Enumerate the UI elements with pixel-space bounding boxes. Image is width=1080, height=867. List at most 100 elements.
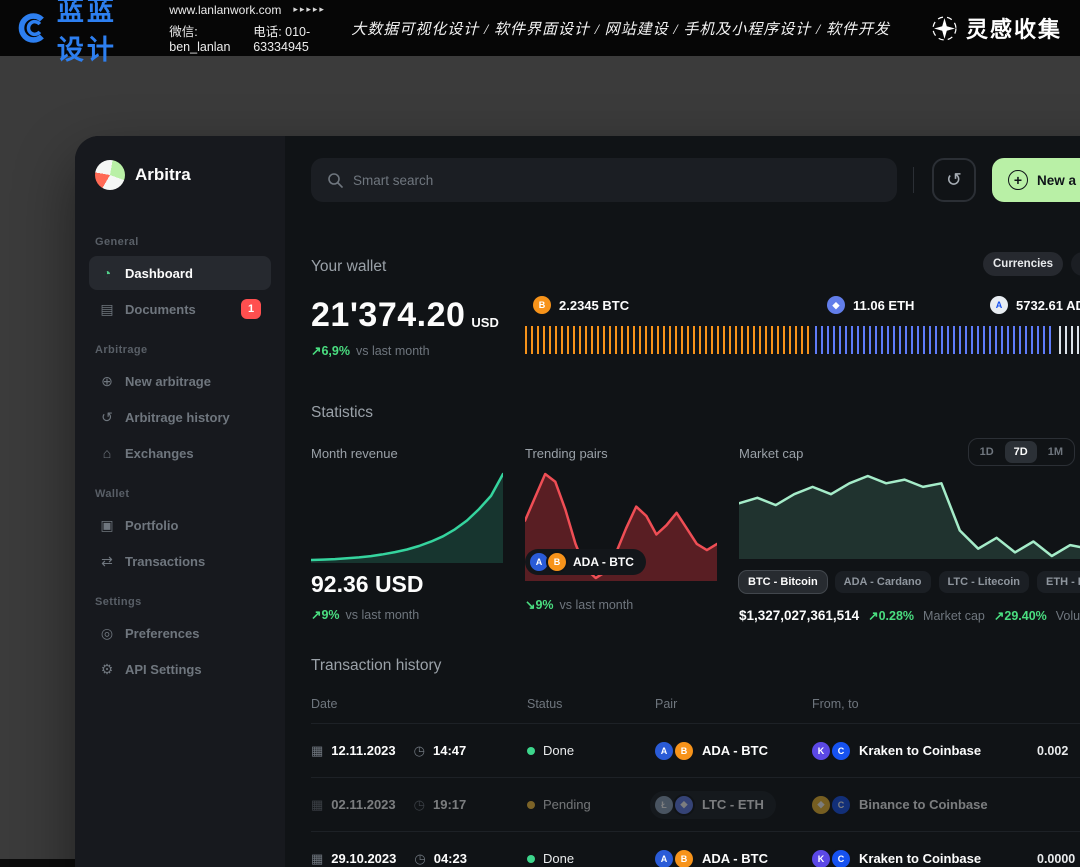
pair-chip: Ł ◆ LTC - ETH	[650, 791, 776, 819]
ada-holding-bar	[1059, 326, 1080, 354]
trending-pair-badge[interactable]: A B ADA - BTC	[525, 549, 646, 575]
ada-icon: A	[530, 553, 548, 571]
sidebar-item-preferences[interactable]: ◎ Preferences	[89, 616, 271, 650]
table-header: Date Status Pair From, to	[311, 697, 1080, 723]
coin-pill-btc[interactable]: BTC - Bitcoin	[739, 571, 827, 593]
table-row[interactable]: ▦ 02.11.2023 ◷ 19:17 Pending Ł ◆ LTC - E	[311, 777, 1080, 831]
tx-time: 19:17	[433, 797, 466, 812]
ada-holding: A 5732.61 ADA	[990, 296, 1080, 314]
transaction-history-title: Transaction history	[311, 657, 1080, 675]
sidebar-item-portfolio[interactable]: ▣ Portfolio	[89, 508, 271, 542]
wallet-balance-block: 21'374.20 USD ↗6,9% vs last month	[311, 296, 525, 360]
range-1d[interactable]: 1D	[971, 441, 1003, 463]
exchanges-pill[interactable]: E	[1071, 252, 1080, 276]
trending-pairs-change: ↘9%	[525, 597, 554, 612]
lanlan-brand[interactable]: 蓝蓝设计	[18, 0, 145, 67]
trending-pairs-card: Trending pairs A B ADA - BTC ↘9% vs last	[525, 446, 717, 623]
search-box[interactable]	[311, 158, 897, 202]
coin-pill-eth[interactable]: ETH - Ethereu	[1037, 571, 1080, 593]
month-revenue-chart	[311, 471, 503, 563]
sidebar-item-arbitrage-history[interactable]: ↺ Arbitrage history	[89, 400, 271, 434]
ada-icon: A	[655, 850, 673, 867]
status-dot-done	[527, 855, 535, 863]
search-input[interactable]	[353, 173, 881, 188]
ada-icon: A	[990, 296, 1008, 314]
table-row[interactable]: ▦ 29.10.2023 ◷ 04:23 Done A B ADA - BTC	[311, 831, 1080, 867]
tx-route: Kraken to Coinbase	[859, 743, 981, 758]
plus-circle-icon: ⊕	[99, 373, 115, 390]
eth-holding: ◆ 11.06 ETH	[827, 296, 914, 314]
market-coin-pills: BTC - Bitcoin ADA - Cardano LTC - Liteco…	[739, 571, 1080, 593]
preferences-icon: ◎	[99, 625, 115, 642]
table-row[interactable]: ▦ 12.11.2023 ◷ 14:47 Done A B ADA - BTC	[311, 723, 1080, 777]
sidebar-item-new-arbitrage[interactable]: ⊕ New arbitrage	[89, 364, 271, 398]
month-revenue-change-note: vs last month	[346, 608, 420, 622]
tx-amount: 0.002	[1037, 744, 1080, 758]
inspiration-label: 灵感收集	[966, 12, 1062, 44]
month-revenue-card: Month revenue 92.36 USD ↗9% vs last mont…	[311, 446, 503, 623]
site-url[interactable]: www.lanlanwork.com	[169, 3, 281, 17]
sparkle-icon	[932, 16, 957, 41]
range-1m[interactable]: 1M	[1039, 441, 1072, 463]
app-brand[interactable]: Arbitra	[89, 160, 271, 190]
wallet-balance: 21'374.20	[311, 296, 465, 335]
services-list: 大数据可视化设计 / 软件界面设计 / 网站建设 / 手机及小程序设计 / 软件…	[351, 18, 890, 39]
wallet-filter-pills: Currencies E	[983, 252, 1080, 276]
transaction-history-section: Transaction history Date Status Pair Fro…	[311, 657, 1080, 867]
sidebar-item-documents[interactable]: ▤ Documents 1	[89, 292, 271, 326]
dashboard-icon: ◔	[99, 265, 115, 281]
column-header-amount	[1037, 697, 1080, 711]
currencies-pill[interactable]: Currencies	[983, 252, 1063, 276]
volume-change: ↗29.40%	[994, 608, 1047, 623]
btc-holding-bar	[525, 326, 809, 354]
eth-holding-bar	[815, 326, 1053, 354]
status-dot-done	[527, 747, 535, 755]
tx-time: 14:47	[433, 743, 466, 758]
btc-icon: B	[533, 296, 551, 314]
coin-pill-ltc[interactable]: LTC - Litecoin	[939, 571, 1030, 593]
statistics-title: Statistics	[311, 404, 1080, 422]
history-icon: ↺	[946, 169, 962, 192]
tx-date: 02.11.2023	[331, 797, 395, 812]
column-header-pair: Pair	[655, 697, 812, 711]
inspiration-link[interactable]: 灵感收集	[932, 12, 1062, 44]
tx-route: Binance to Coinbase	[859, 797, 988, 812]
history-icon: ↺	[99, 409, 115, 426]
range-7d[interactable]: 7D	[1005, 441, 1037, 463]
tx-pair: LTC - ETH	[702, 797, 764, 812]
sidebar-section-settings: Settings	[95, 596, 265, 608]
coinbase-icon: C	[832, 796, 850, 814]
eth-holding-amount: 11.06 ETH	[853, 298, 914, 313]
clock-icon: ◷	[414, 851, 425, 867]
tx-amount: 0.0000	[1037, 852, 1080, 866]
sidebar-item-dashboard[interactable]: ◔ Dashboard	[89, 256, 271, 290]
statistics-section: Statistics Month revenue 92.36 USD ↗9% v…	[311, 404, 1080, 623]
market-cap-value: $1,327,027,361,514	[739, 608, 859, 623]
main-content: ↺ + New a Your wallet Currencies E	[285, 136, 1080, 867]
wallet-currency: USD	[471, 315, 498, 330]
kraken-icon: K	[812, 742, 830, 760]
tx-status: Pending	[543, 797, 591, 812]
site-header: 蓝蓝设计 www.lanlanwork.com ▸▸▸▸▸ 微信: ben_la…	[0, 0, 1080, 56]
sidebar-item-label: Arbitrage history	[125, 410, 230, 425]
topbar: ↺ + New a	[311, 158, 1080, 202]
topbar-divider	[913, 167, 914, 193]
tx-date: 29.10.2023	[331, 851, 396, 866]
month-revenue-change: ↗9%	[311, 607, 340, 622]
coin-pill-ada[interactable]: ADA - Cardano	[835, 571, 931, 593]
new-arbitrage-button[interactable]: + New a	[992, 158, 1080, 202]
arbitra-dashboard: Arbitra General ◔ Dashboard ▤ Documents …	[75, 136, 1080, 867]
sidebar-item-transactions[interactable]: ⇄ Transactions	[89, 544, 271, 578]
arrows-decoration: ▸▸▸▸▸	[293, 4, 326, 15]
sidebar-item-api-settings[interactable]: ⚙ API Settings	[89, 652, 271, 686]
market-cap-change: ↗0.28%	[868, 608, 914, 623]
eth-icon: ◆	[827, 296, 845, 314]
search-icon	[327, 172, 343, 188]
market-cap-stats: $1,327,027,361,514 ↗0.28% Market cap ↗29…	[739, 608, 1080, 623]
tx-route: Kraken to Coinbase	[859, 851, 981, 866]
btc-icon: B	[548, 553, 566, 571]
tx-pair: ADA - BTC	[702, 743, 768, 758]
sidebar-item-exchanges[interactable]: ⌂ Exchanges	[89, 436, 271, 470]
tx-time: 04:23	[434, 851, 467, 866]
history-button[interactable]: ↺	[932, 158, 976, 202]
